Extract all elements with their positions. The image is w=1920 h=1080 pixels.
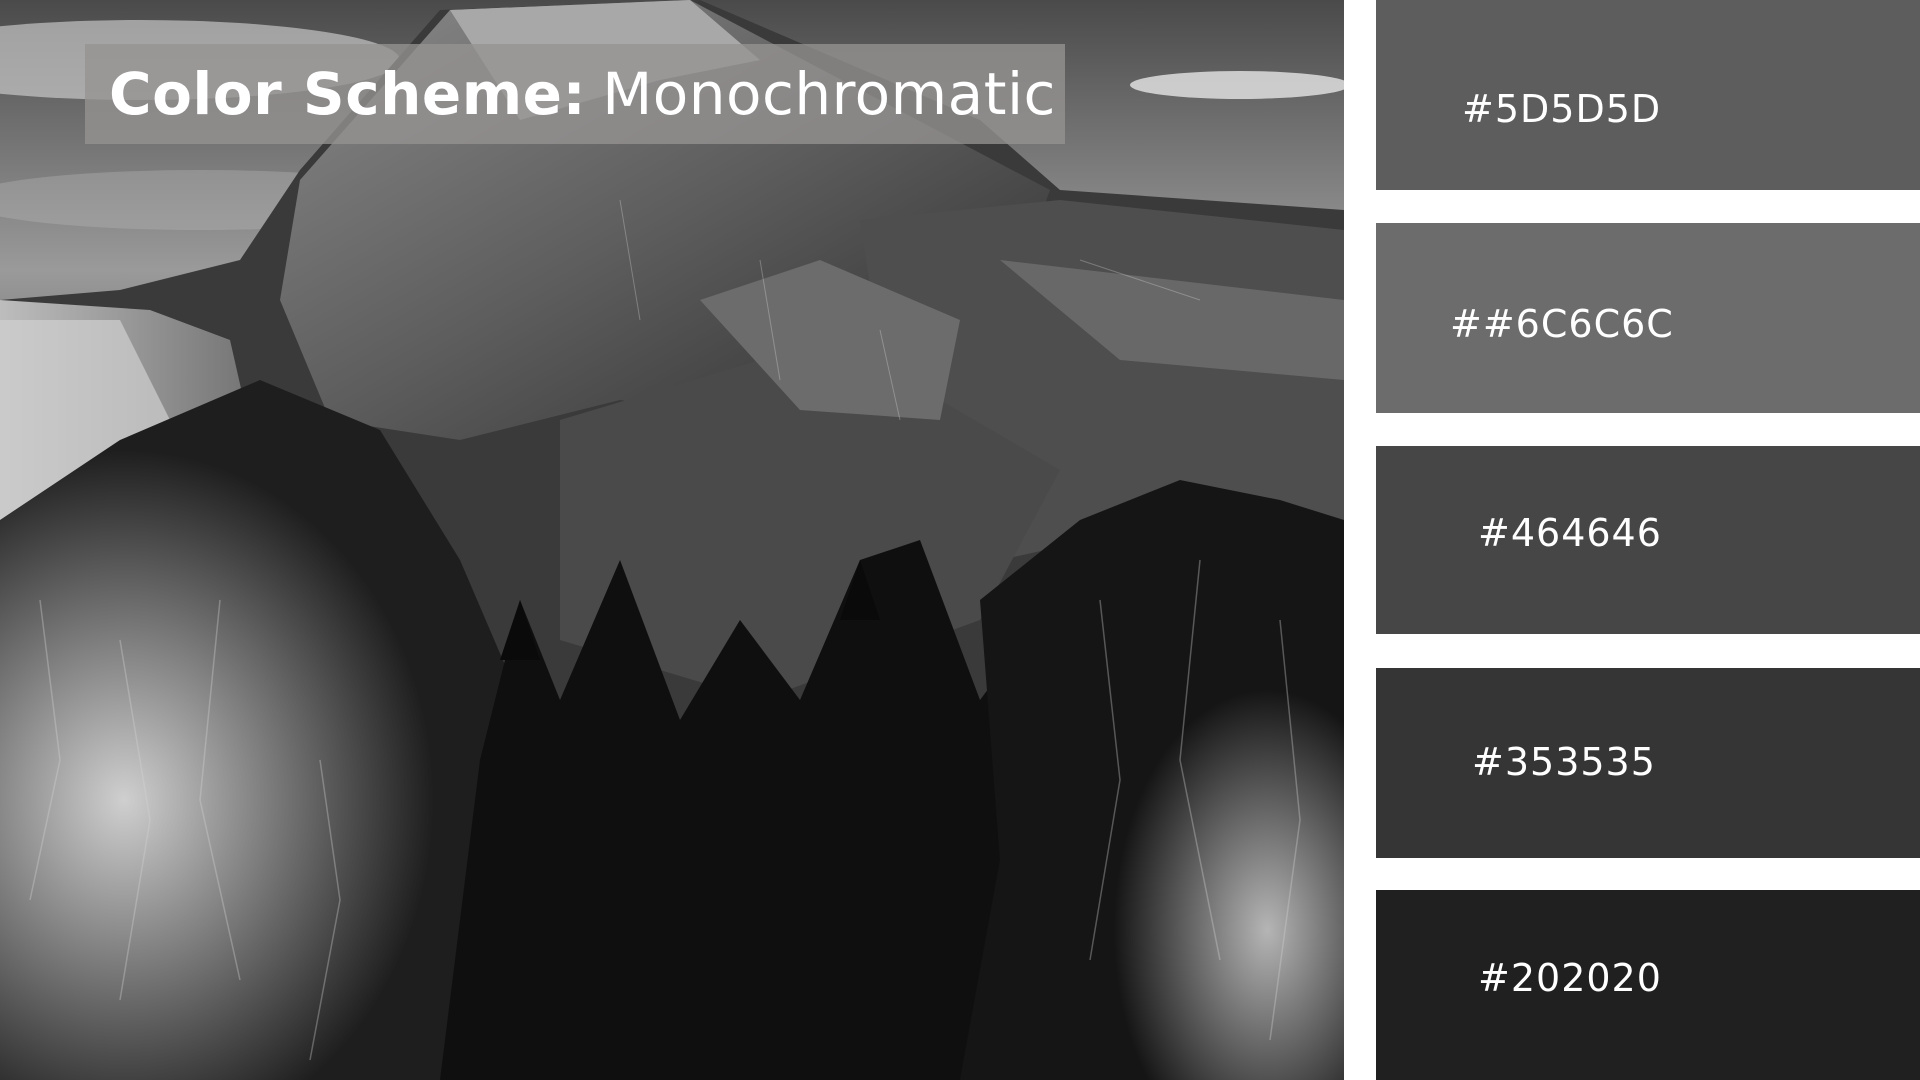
swatch-1-label: #5D5D5D — [1462, 87, 1662, 131]
swatch-column: #5D5D5D ##6C6C6C #464646 #353535 #202020 — [1376, 0, 1920, 1080]
title-bold: Color Scheme: — [109, 60, 587, 128]
swatch-3-label: #464646 — [1478, 511, 1662, 555]
title-banner: Color Scheme: Monochromatic — [85, 44, 1065, 144]
swatch-2-label: ##6C6C6C — [1450, 302, 1674, 346]
swatch-4-label: #353535 — [1472, 740, 1656, 784]
swatch-5-label: #202020 — [1478, 956, 1662, 1000]
swatch-1: #5D5D5D — [1376, 0, 1920, 190]
swatch-3: #464646 — [1376, 446, 1920, 634]
swatch-2: ##6C6C6C — [1376, 223, 1920, 413]
mountain-landscape-image — [0, 0, 1344, 1080]
swatch-4: #353535 — [1376, 668, 1920, 858]
color-scheme-canvas: Color Scheme: Monochromatic #5D5D5D ##6C… — [0, 0, 1920, 1080]
mountain-photo — [0, 0, 1344, 1080]
title-scheme-name: Monochromatic — [602, 60, 1056, 128]
swatch-5: #202020 — [1376, 890, 1920, 1080]
